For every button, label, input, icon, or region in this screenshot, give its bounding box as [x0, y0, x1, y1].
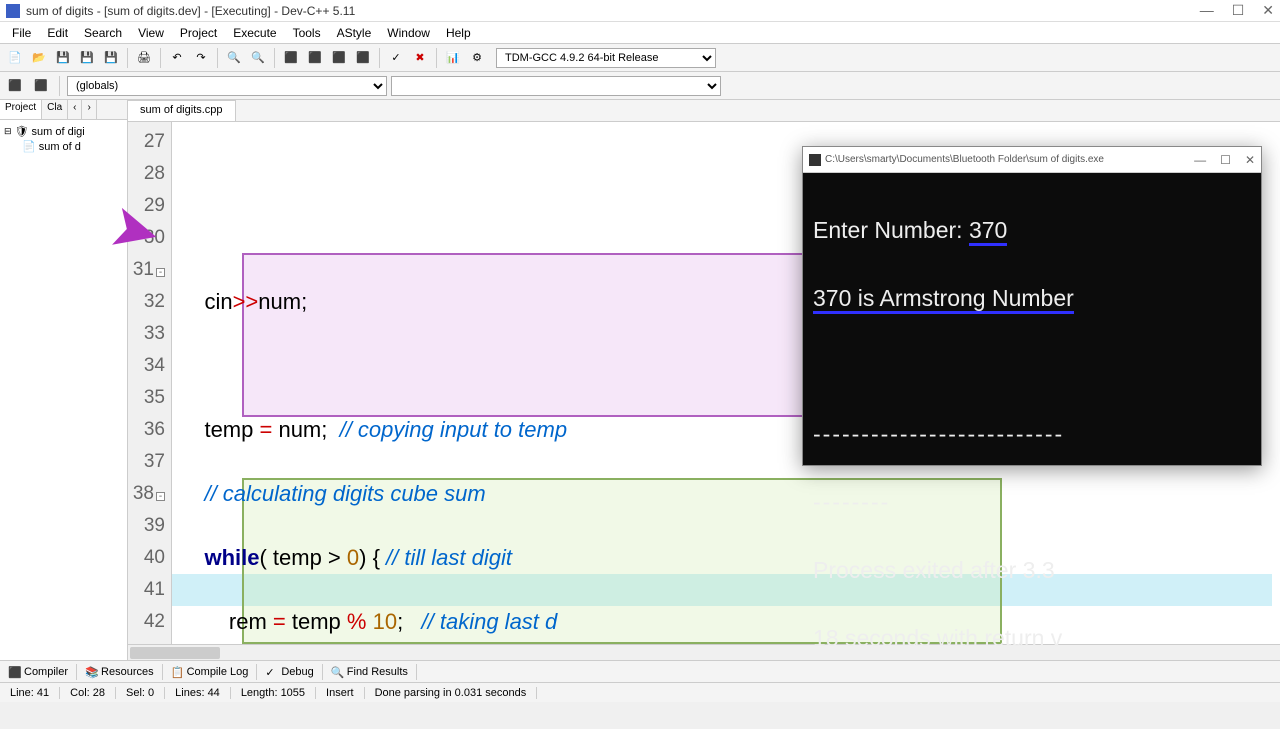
run-icon[interactable]: ⬛	[304, 47, 326, 69]
tree-project-root[interactable]: ⊟ 🛡 sum of digi	[4, 124, 123, 139]
save-all-icon[interactable]: 💾	[76, 47, 98, 69]
new-file-icon[interactable]: 📄	[4, 47, 26, 69]
menu-project[interactable]: Project	[172, 26, 225, 40]
file-icon: 📄	[22, 140, 36, 153]
rebuild-icon[interactable]: ⬛	[352, 47, 374, 69]
menu-bar: File Edit Search View Project Execute To…	[0, 22, 1280, 44]
code-content[interactable]: cin>>num; temp = num; // copying input t…	[172, 122, 739, 644]
window-title: sum of digits - [sum of digits.dev] - [E…	[26, 4, 355, 18]
console-maximize[interactable]: ☐	[1220, 153, 1231, 167]
print-icon[interactable]: 🖨	[133, 47, 155, 69]
console-window: C:\Users\smarty\Documents\Bluetooth Fold…	[802, 146, 1262, 466]
console-titlebar: C:\Users\smarty\Documents\Bluetooth Fold…	[803, 147, 1261, 173]
menu-edit[interactable]: Edit	[39, 26, 76, 40]
menu-window[interactable]: Window	[379, 26, 438, 40]
redo-icon[interactable]: ↷	[190, 47, 212, 69]
compile-run-icon[interactable]: ⬛	[328, 47, 350, 69]
project-sidebar: Project Cla ‹ › ⊟ 🛡 sum of digi 📄 sum of…	[0, 100, 128, 660]
status-sel: Sel: 0	[116, 687, 165, 699]
status-length: Length: 1055	[231, 687, 316, 699]
tool-icon[interactable]: ⚙	[466, 47, 488, 69]
window-titlebar: sum of digits - [sum of digits.dev] - [E…	[0, 0, 1280, 22]
line-gutter: 272829 3031- 323334 353637 38-39 404142	[128, 122, 172, 644]
tab-resources[interactable]: 📚Resources	[77, 664, 163, 680]
console-title-text: C:\Users\smarty\Documents\Bluetooth Fold…	[825, 154, 1104, 165]
globals-select[interactable]: (globals)	[67, 76, 387, 96]
app-icon	[6, 4, 20, 18]
menu-tools[interactable]: Tools	[285, 26, 329, 40]
close-button[interactable]: ✕	[1262, 2, 1274, 19]
open-icon[interactable]: 📂	[28, 47, 50, 69]
sidebar-tab-prev[interactable]: ‹	[68, 100, 82, 119]
replace-icon[interactable]: 🔍	[247, 47, 269, 69]
tab-compiler[interactable]: ⬛Compiler	[0, 664, 77, 680]
menu-view[interactable]: View	[130, 26, 172, 40]
console-minimize[interactable]: —	[1194, 153, 1206, 167]
status-lines: Lines: 44	[165, 687, 231, 699]
tab-find-results[interactable]: 🔍Find Results	[323, 664, 417, 680]
find-icon[interactable]: 🔍	[223, 47, 245, 69]
maximize-button[interactable]: ☐	[1232, 2, 1245, 19]
undo-icon[interactable]: ↶	[166, 47, 188, 69]
tab-compile-log[interactable]: 📋Compile Log	[163, 664, 258, 680]
status-mode: Insert	[316, 687, 365, 699]
menu-file[interactable]: File	[4, 26, 39, 40]
compile-icon[interactable]: ⬛	[280, 47, 302, 69]
menu-help[interactable]: Help	[438, 26, 479, 40]
menu-astyle[interactable]: AStyle	[329, 26, 380, 40]
minimize-button[interactable]: —	[1200, 2, 1214, 19]
tab-debug[interactable]: ✓Debug	[257, 664, 322, 680]
console-icon	[809, 154, 821, 166]
sidebar-tab-classes[interactable]: Cla	[42, 100, 68, 119]
tree-file-item[interactable]: 📄 sum of d	[4, 139, 123, 154]
shield-icon: 🛡	[15, 125, 29, 138]
compiler-select[interactable]: TDM-GCC 4.9.2 64-bit Release	[496, 48, 716, 68]
members-select[interactable]	[391, 76, 721, 96]
console-output: Enter Number: 370 370 is Armstrong Numbe…	[803, 173, 1261, 729]
console-close[interactable]: ✕	[1245, 153, 1255, 167]
bookmark-icon[interactable]: ⬛	[30, 75, 52, 97]
menu-search[interactable]: Search	[76, 26, 130, 40]
status-col: Col: 28	[60, 687, 116, 699]
status-line: Line: 41	[0, 687, 60, 699]
save-as-icon[interactable]: 💾	[100, 47, 122, 69]
debug-icon[interactable]: ✓	[385, 47, 407, 69]
stop-icon[interactable]: ✖	[409, 47, 431, 69]
secondary-toolbar: ⬛ ⬛ (globals)	[0, 72, 1280, 100]
goto-icon[interactable]: ⬛	[4, 75, 26, 97]
menu-execute[interactable]: Execute	[225, 26, 284, 40]
main-toolbar: 📄 📂 💾 💾 💾 🖨 ↶ ↷ 🔍 🔍 ⬛ ⬛ ⬛ ⬛ ✓ ✖ 📊 ⚙ TDM-…	[0, 44, 1280, 72]
profile-icon[interactable]: 📊	[442, 47, 464, 69]
sidebar-tab-next[interactable]: ›	[82, 100, 96, 119]
status-parse: Done parsing in 0.031 seconds	[365, 687, 538, 699]
save-icon[interactable]: 💾	[52, 47, 74, 69]
editor-tab[interactable]: sum of digits.cpp	[128, 100, 236, 121]
sidebar-tab-project[interactable]: Project	[0, 100, 42, 119]
